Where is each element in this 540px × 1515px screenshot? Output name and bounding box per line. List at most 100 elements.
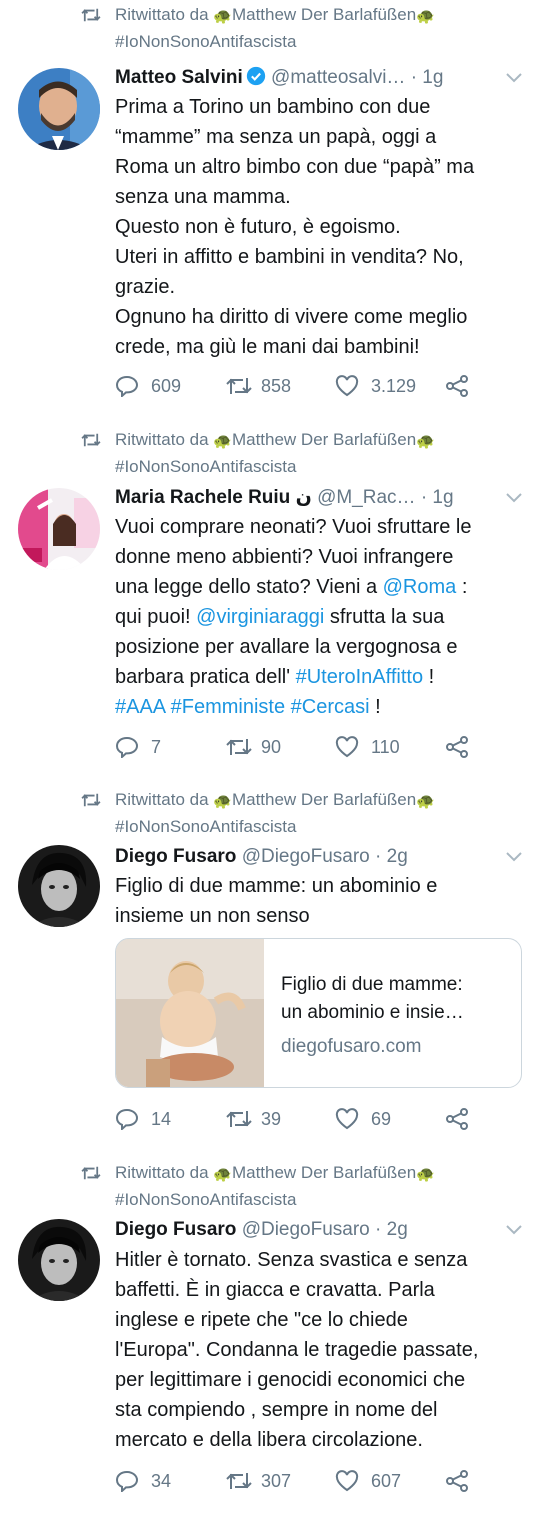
turtle-emoji: 🐢	[213, 1166, 232, 1183]
share-icon	[446, 1108, 468, 1130]
author-name-suffix: ن	[290, 487, 312, 508]
tweet-text-line: posizione per avallare la vergognosa e	[115, 636, 458, 658]
tweet-text: Prima a Torino un bambino con due “mamme…	[115, 92, 525, 362]
avatar[interactable]	[18, 488, 100, 570]
link-card-image	[116, 939, 264, 1087]
hashtag-link[interactable]: #AAA	[115, 696, 165, 718]
text-segment: una legge dello stato? Vieni a	[115, 576, 383, 598]
heart-icon	[335, 736, 359, 758]
turtle-emoji: 🐢	[213, 8, 232, 25]
author-handle[interactable]: @DiegoFusaro	[242, 846, 370, 867]
retweet-count: 307	[261, 1471, 292, 1491]
author-handle[interactable]: @matteosalvi…	[271, 67, 405, 88]
tweet-text-line: baffetti. È in giacca e cravatta. Parla	[115, 1279, 435, 1301]
tweet-text-line: senza una mamma.	[115, 186, 291, 208]
retweeter-name-line2: #IoNonSonoAntifascista	[115, 32, 297, 51]
tweet-actions: 7 90 110	[115, 732, 515, 762]
heart-icon	[335, 375, 359, 397]
tweet-header: Diego Fusaro @DiegoFusaro · 2g	[115, 843, 522, 871]
turtle-emoji: 🐢	[213, 433, 232, 450]
retweet-prefix: Ritwittato da	[115, 790, 214, 809]
hashtag-link[interactable]: #UteroInAffitto	[296, 666, 423, 688]
retweeter-name[interactable]: Matthew Der Barlafüßen	[232, 430, 416, 449]
like-count: 110	[371, 737, 400, 757]
tweet-time[interactable]: · 2g	[370, 846, 408, 867]
retweet-context[interactable]: Ritwittato da 🐢Matthew Der Barlafüßen🐢 #…	[0, 0, 540, 51]
avatar[interactable]	[18, 1219, 100, 1301]
author-name[interactable]: Diego Fusaro	[115, 1219, 236, 1240]
retweet-context[interactable]: Ritwittato da 🐢Matthew Der Barlafüßen🐢 #…	[0, 1158, 540, 1209]
retweeter-name[interactable]: Matthew Der Barlafüßen	[232, 1163, 416, 1182]
retweet-icon	[81, 8, 101, 22]
tweet-time[interactable]: · 2g	[370, 1219, 408, 1240]
author-name[interactable]: Diego Fusaro	[115, 846, 236, 867]
tweet[interactable]: Ritwittato da 🐢Matthew Der Barlafüßen🐢 #…	[0, 785, 540, 1155]
hashtag-link[interactable]: #Cercasi	[291, 696, 370, 718]
retweet-count: 90	[261, 737, 282, 757]
retweet-count: 858	[261, 376, 292, 396]
verified-badge-icon	[246, 66, 265, 86]
heart-icon	[335, 1470, 359, 1492]
author-name[interactable]: Maria Rachele Ruiu	[115, 487, 290, 508]
mention-link[interactable]: @virginiaraggi	[196, 606, 324, 628]
tweet-text-line: mercato e della libera circolazione.	[115, 1429, 423, 1451]
text-segment: barbara pratica dell'	[115, 666, 296, 688]
text-segment: !	[369, 696, 381, 718]
author-name[interactable]: Matteo Salvini	[115, 67, 243, 88]
retweet-icon	[226, 378, 252, 394]
link-card[interactable]: Figlio di due mamme: un abominio e insie…	[115, 938, 522, 1088]
turtle-emoji: 🐢	[213, 793, 232, 810]
heart-icon	[335, 1108, 359, 1130]
turtle-emoji: 🐢	[416, 1166, 435, 1183]
retweet-icon	[81, 793, 101, 807]
retweet-context[interactable]: Ritwittato da 🐢Matthew Der Barlafüßen🐢 #…	[0, 785, 540, 836]
retweet-count: 39	[261, 1109, 282, 1129]
reply-icon	[115, 1470, 139, 1492]
turtle-emoji: 🐢	[416, 793, 435, 810]
tweet-text-line: insieme un non senso	[115, 905, 310, 927]
tweet[interactable]: Ritwittato da 🐢Matthew Der Barlafüßen🐢 #…	[0, 420, 540, 785]
author-handle[interactable]: @M_Rac…	[317, 487, 415, 508]
retweeter-name[interactable]: Matthew Der Barlafüßen	[232, 790, 416, 809]
text-segment: !	[423, 666, 435, 688]
retweet-prefix: Ritwittato da	[115, 430, 214, 449]
chevron-down-icon[interactable]	[506, 72, 522, 84]
tweet-text-line: Vuoi comprare neonati? Vuoi sfruttare le	[115, 516, 472, 538]
tweet-text-line: #AAA #Femministe #Cercasi !	[115, 692, 525, 722]
avatar[interactable]	[18, 68, 100, 150]
tweet-actions: 609 858 3.129	[115, 371, 515, 401]
tweet-text-line: per legittimare i genocidi economici che	[115, 1369, 466, 1391]
chevron-down-icon[interactable]	[506, 492, 522, 504]
reply-icon	[115, 1108, 139, 1130]
tweet[interactable]: Ritwittato da 🐢Matthew Der Barlafüßen🐢 #…	[0, 1155, 540, 1515]
retweeter-name-line2: #IoNonSonoAntifascista	[115, 817, 297, 836]
timeline: Ritwittato da 🐢Matthew Der Barlafüßen🐢 #…	[0, 0, 540, 1515]
text-segment: :	[456, 576, 468, 598]
chevron-down-icon[interactable]	[506, 1224, 522, 1236]
hashtag-link[interactable]: #Femministe	[171, 696, 285, 718]
retweet-context[interactable]: Ritwittato da 🐢Matthew Der Barlafüßen🐢 #…	[0, 425, 540, 476]
avatar[interactable]	[18, 845, 100, 927]
tweet-text: Figlio di due mamme: un abominio e insie…	[115, 871, 525, 931]
tweet-text: Vuoi comprare neonati? Vuoi sfruttare le…	[115, 512, 525, 722]
chevron-down-icon[interactable]	[506, 851, 522, 863]
retweet-prefix: Ritwittato da	[115, 1163, 214, 1182]
tweet-time[interactable]: · 1g	[416, 487, 454, 508]
author-handle[interactable]: @DiegoFusaro	[242, 1219, 370, 1240]
retweet-icon	[226, 739, 252, 755]
tweet-header: Maria Rachele Ruiu ن @M_Rac… · 1g	[115, 484, 522, 512]
retweeter-name[interactable]: Matthew Der Barlafüßen	[232, 5, 416, 24]
tweet-text: Hitler è tornato. Senza svastica e senza…	[115, 1245, 525, 1455]
turtle-emoji: 🐢	[416, 8, 435, 25]
tweet-actions: 34 307 607	[115, 1466, 515, 1496]
tweet-time[interactable]: · 1g	[405, 67, 444, 88]
share-icon	[446, 1470, 468, 1492]
link-card-title-line: Figlio di due mamme:	[281, 974, 463, 995]
tweet-header: Diego Fusaro @DiegoFusaro · 2g	[115, 1216, 522, 1244]
tweet[interactable]: Ritwittato da 🐢Matthew Der Barlafüßen🐢 #…	[0, 0, 540, 420]
tweet-text-line: Hitler è tornato. Senza svastica e senza	[115, 1249, 468, 1271]
link-card-title-line: un abominio e insie…	[281, 1002, 464, 1023]
mention-link[interactable]: @Roma	[383, 576, 457, 598]
link-card-title: Figlio di due mamme: un abominio e insie…	[281, 971, 511, 1027]
retweet-icon	[81, 1166, 101, 1180]
